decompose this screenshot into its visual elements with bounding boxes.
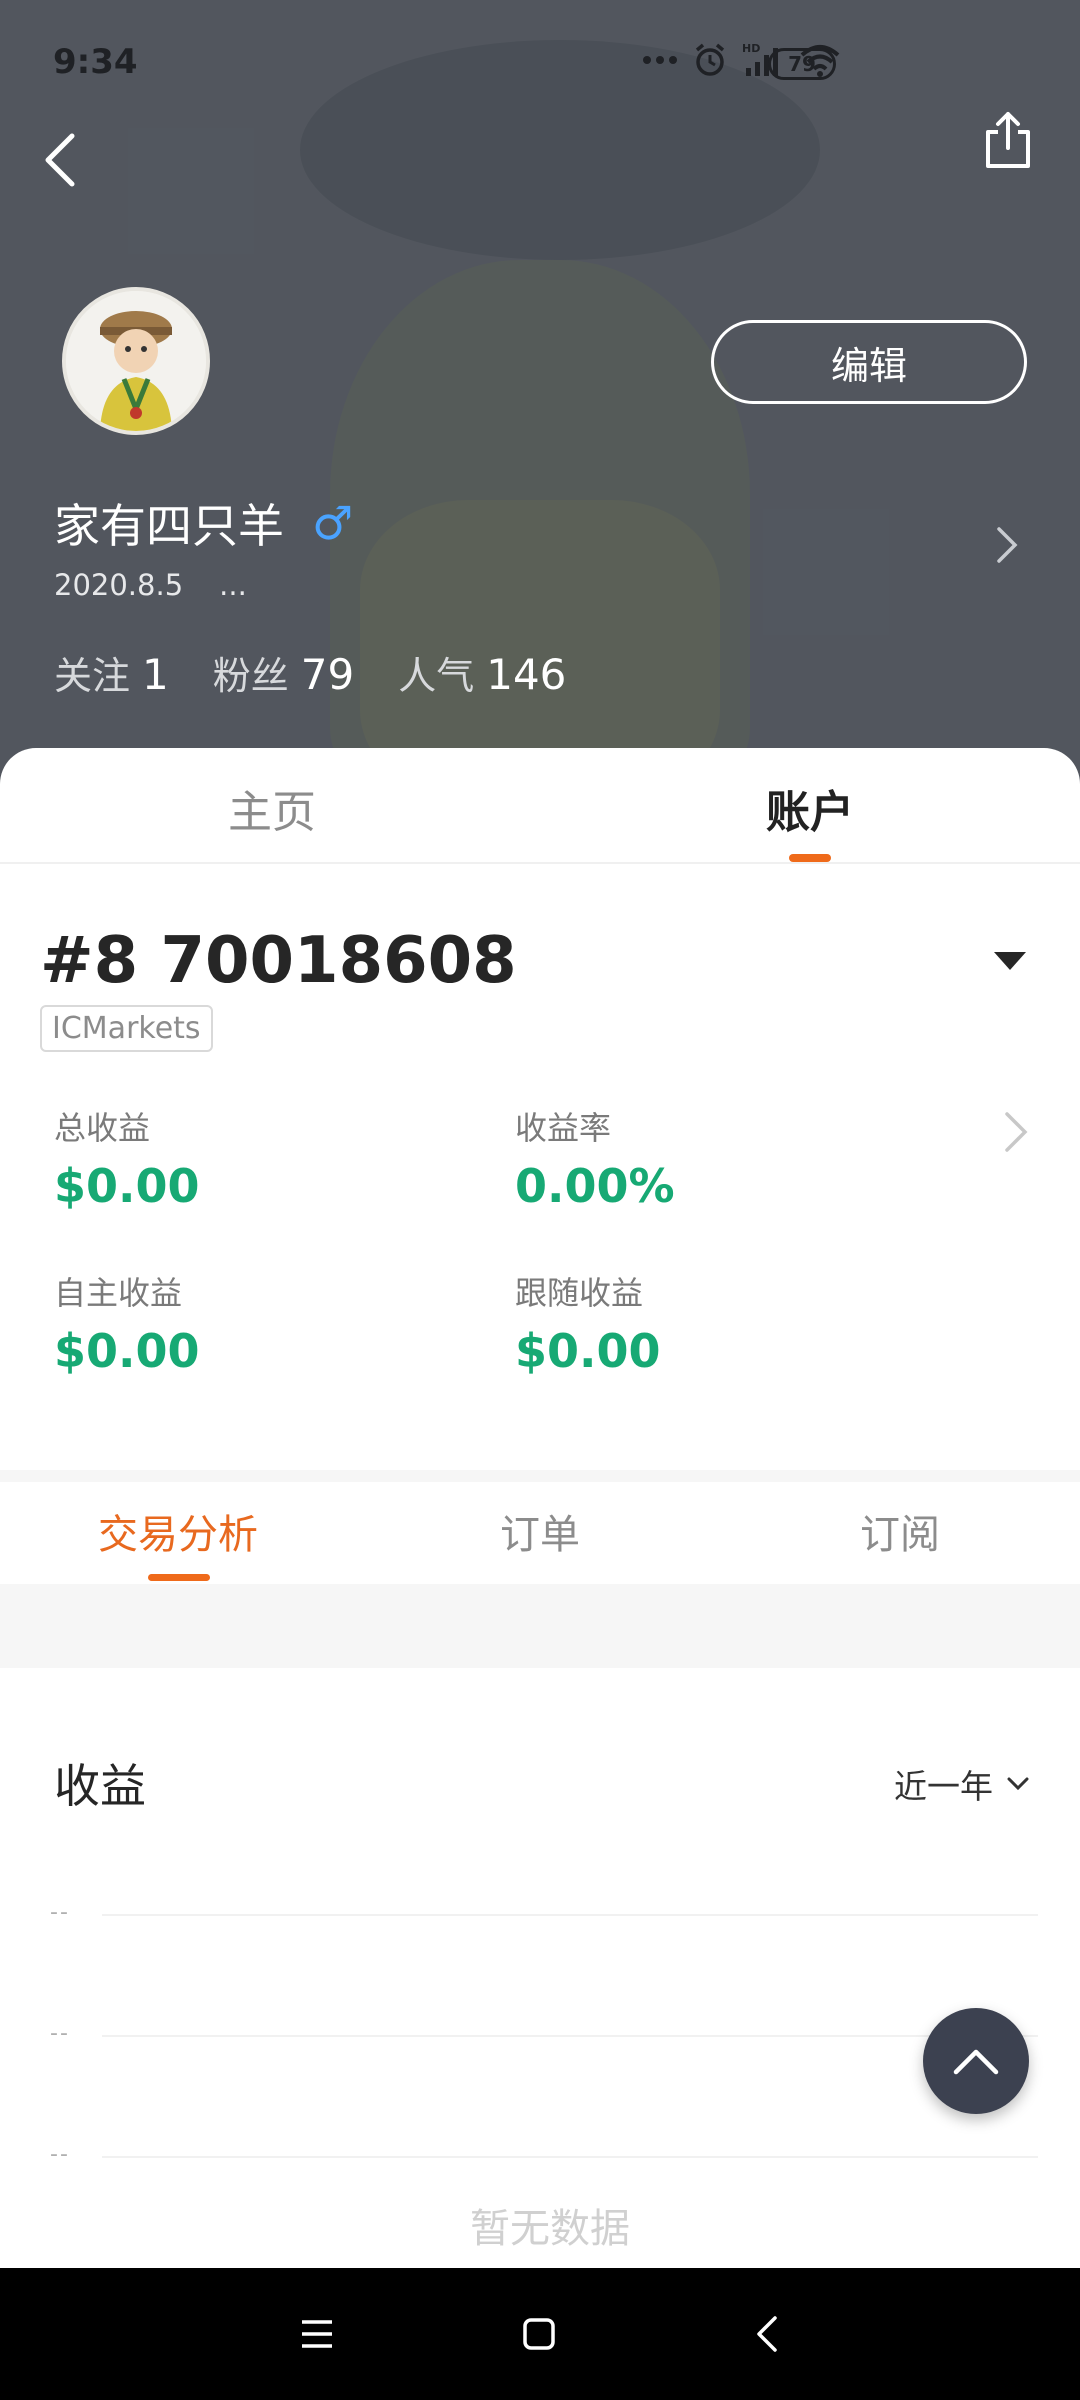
nav-back-button[interactable] xyxy=(737,2304,797,2364)
male-icon: ♂ xyxy=(312,496,354,550)
triangle-down-icon xyxy=(994,952,1026,970)
metric-self-earnings: 自主收益 $0.00 xyxy=(54,1268,200,1378)
menu-icon xyxy=(302,2320,332,2348)
content-card: 主页 账户 #8 70018608 ICMarkets 总收益 $0.00 收益… xyxy=(0,748,1080,2268)
stat-label: 关注 xyxy=(54,654,131,698)
grid-line xyxy=(102,2035,1038,2037)
metric-value: $0.00 xyxy=(515,1324,661,1378)
tab-subscriptions[interactable]: 订阅 xyxy=(860,1502,940,1560)
stat-value: 79 xyxy=(300,650,355,699)
share-button[interactable] xyxy=(975,105,1041,175)
edit-profile-button[interactable]: 编辑 xyxy=(711,320,1027,404)
more-dots-icon xyxy=(642,55,678,65)
metric-total-earnings: 总收益 $0.00 xyxy=(54,1103,200,1213)
metric-return-rate: 收益率 0.00% xyxy=(515,1103,675,1213)
no-data-text: 暂无数据 xyxy=(470,2206,630,2252)
sub-tab-active-indicator xyxy=(148,1574,210,1581)
metric-label: 收益率 xyxy=(515,1109,612,1147)
profile-name-row[interactable]: 家有四只羊 ♂ xyxy=(54,490,353,556)
avatar[interactable] xyxy=(62,287,210,435)
chevron-right-icon xyxy=(997,527,1018,563)
chevron-left-icon xyxy=(45,133,75,187)
metric-value: $0.00 xyxy=(54,1159,200,1213)
nav-home-button[interactable] xyxy=(509,2304,569,2364)
tab-home[interactable]: 主页 xyxy=(228,776,316,840)
earnings-title: 收益 xyxy=(54,1759,146,1813)
metrics-detail-chevron[interactable] xyxy=(1003,1108,1033,1158)
metric-follow-earnings: 跟随收益 $0.00 xyxy=(515,1268,661,1378)
chevron-left-icon xyxy=(757,2316,777,2352)
metric-value: 0.00% xyxy=(515,1159,675,1213)
profile-header: 9:34 HD 79 编辑 家有四只羊 ♂ 2020.8.5 ... 关注 1 … xyxy=(0,0,1080,790)
profile-date: 2020.8.5 xyxy=(54,568,184,602)
stat-fans[interactable]: 粉丝 79 xyxy=(213,645,354,700)
tab-orders[interactable]: 订单 xyxy=(500,1502,580,1560)
chevron-up-icon xyxy=(953,2049,999,2075)
status-bar: 9:34 HD 79 xyxy=(0,0,1080,130)
stat-following[interactable]: 关注 1 xyxy=(54,645,169,700)
share-icon xyxy=(986,112,1030,168)
period-select[interactable]: 近一年 xyxy=(894,1760,1029,1808)
profile-name: 家有四只羊 xyxy=(54,499,284,553)
sub-tabs: 交易分析 订单 订阅 xyxy=(0,1482,1080,1582)
metric-label: 自主收益 xyxy=(54,1274,183,1312)
status-time: 9:34 xyxy=(53,42,138,82)
grid-line xyxy=(102,1914,1038,1916)
period-select-value: 近一年 xyxy=(894,1767,993,1806)
axis-label: -- xyxy=(50,1900,70,1925)
square-icon xyxy=(523,2318,555,2350)
main-tabs: 主页 账户 xyxy=(0,748,1080,864)
chevron-down-icon xyxy=(1007,1777,1029,1791)
alarm-icon xyxy=(692,42,728,78)
stat-value: 1 xyxy=(142,650,169,699)
stat-label: 人气 xyxy=(398,654,475,698)
tab-trade-analysis[interactable]: 交易分析 xyxy=(98,1502,258,1560)
avatar-image xyxy=(66,291,206,431)
grid-line xyxy=(102,2156,1038,2158)
back-button[interactable] xyxy=(30,125,90,195)
account-dropdown[interactable] xyxy=(992,950,1032,980)
tab-active-indicator xyxy=(789,854,831,862)
axis-label: -- xyxy=(50,2142,70,2167)
metric-label: 跟随收益 xyxy=(515,1274,644,1312)
stat-popularity: 人气 146 xyxy=(398,645,566,700)
battery-icon: 79 xyxy=(768,48,836,80)
system-nav-bar xyxy=(0,2268,1080,2400)
back-to-top-button[interactable] xyxy=(923,2008,1029,2114)
tab-account[interactable]: 账户 xyxy=(766,776,854,840)
account-number: #8 70018608 xyxy=(40,924,517,998)
profile-stats: 关注 1 粉丝 79 人气 146 xyxy=(54,645,566,700)
section-divider xyxy=(0,1584,1080,1668)
stat-label: 粉丝 xyxy=(212,654,289,698)
profile-meta: 2020.8.5 ... xyxy=(54,568,247,602)
svg-text:HD: HD xyxy=(742,42,760,55)
profile-detail-chevron[interactable] xyxy=(995,525,1025,565)
broker-tag: ICMarkets xyxy=(40,1005,213,1052)
metric-value: $0.00 xyxy=(54,1324,200,1378)
profile-ellipsis: ... xyxy=(219,568,247,602)
nav-recents-button[interactable] xyxy=(287,2304,347,2364)
stat-value: 146 xyxy=(486,650,567,699)
axis-label: -- xyxy=(50,2021,70,2046)
metric-label: 总收益 xyxy=(54,1109,151,1147)
chevron-right-icon xyxy=(1005,1112,1028,1152)
section-divider xyxy=(0,1470,1080,1482)
